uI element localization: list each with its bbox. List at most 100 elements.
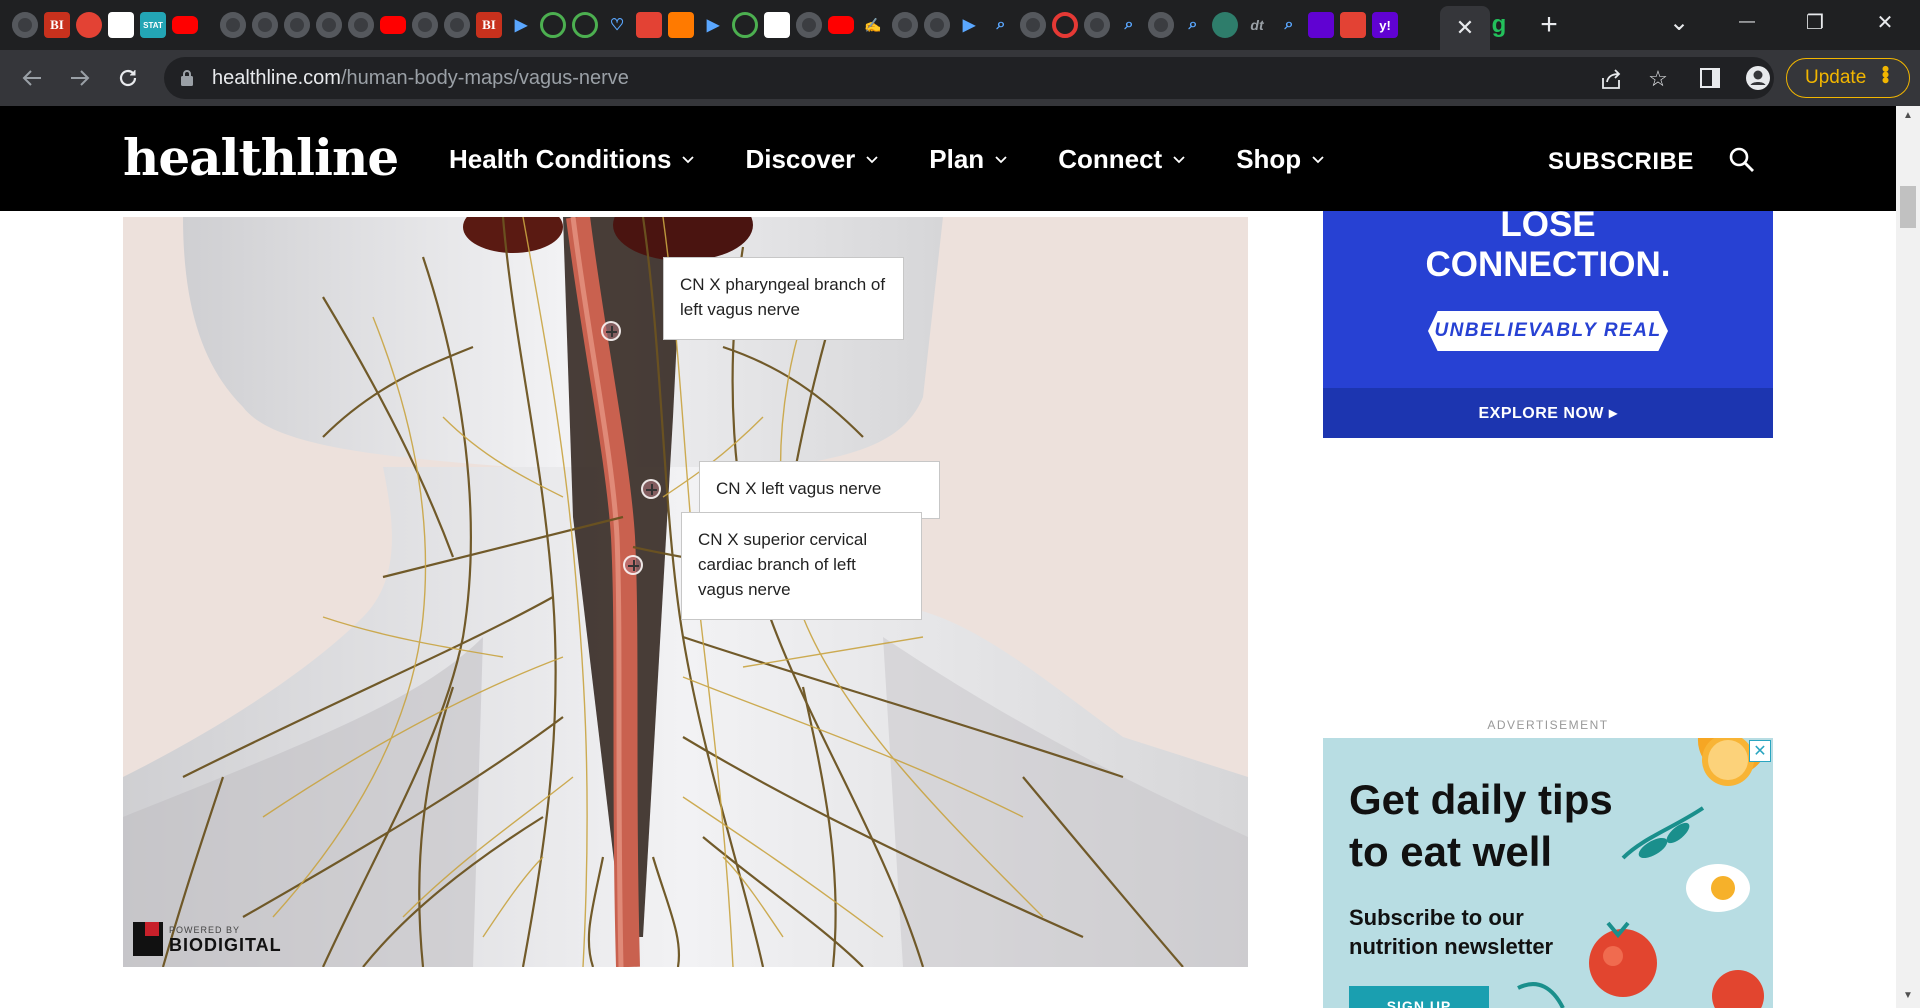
tab-favicon-stat-icon[interactable]: STAT	[140, 12, 166, 38]
tab-search-dropdown-icon[interactable]: ⌄	[1654, 4, 1704, 40]
tab-favicon-search-icon[interactable]: ⌕	[1180, 12, 1206, 38]
tab-favicon-bi-icon[interactable]: BI	[44, 12, 70, 38]
nav-item-discover[interactable]: Discover	[745, 144, 879, 175]
tab-favicon-globe-icon[interactable]	[220, 12, 246, 38]
tab-favicon-globe-icon[interactable]	[924, 12, 950, 38]
tab-favicon-tree-icon[interactable]	[1212, 12, 1238, 38]
pin-pharyngeal-branch[interactable]	[601, 321, 621, 341]
ad2-subtext-line-1: Subscribe to our	[1349, 905, 1524, 930]
new-tab-button[interactable]: +	[1532, 8, 1566, 42]
scroll-thumb[interactable]	[1900, 186, 1916, 228]
tab-favicon-globe-icon[interactable]	[284, 12, 310, 38]
tomato-icon	[1712, 970, 1764, 1008]
pin-superior-cervical-cardiac-branch[interactable]	[623, 555, 643, 575]
tab-favicon-globe-icon[interactable]	[444, 12, 470, 38]
tab-favicon-text-icon[interactable]: dt	[1244, 12, 1270, 38]
tab-favicon-globe-icon[interactable]	[1020, 12, 1046, 38]
tab-favicon-forward-icon[interactable]: ▶	[956, 12, 982, 38]
address-bar[interactable]: healthline.com/human-body-maps/vagus-ner…	[164, 57, 1774, 99]
tab-favicon-globe-icon[interactable]	[892, 12, 918, 38]
scroll-up-icon[interactable]: ▲	[1902, 110, 1914, 122]
tab-favicon-search-icon[interactable]: ⌕	[988, 12, 1014, 38]
pin-left-vagus-nerve[interactable]	[641, 479, 661, 499]
tab-favicon-search-icon[interactable]: ⌕	[1276, 12, 1302, 38]
ad-banner-connection[interactable]: LOSE CONNECTION. UNBELIEVABLY REAL EXPLO…	[1323, 211, 1773, 438]
active-tab[interactable]: ✕	[1440, 6, 1490, 50]
ad2-subtext-line-2: nutrition newsletter	[1349, 934, 1554, 959]
reload-button[interactable]	[110, 62, 146, 94]
url-text[interactable]: healthline.com/human-body-maps/vagus-ner…	[212, 67, 629, 90]
tab-favicon-grammarly-icon[interactable]: g	[1486, 11, 1512, 38]
chevron-down-icon	[1312, 155, 1324, 163]
body-map-viewer[interactable]: CN X pharyngeal branch of left vagus ner…	[123, 217, 1248, 967]
tab-favicon-globe-icon[interactable]	[316, 12, 342, 38]
ad1-explore-button[interactable]: EXPLORE NOW ▸	[1323, 388, 1773, 438]
page-scrollbar[interactable]: ▲ ▼	[1896, 106, 1920, 1008]
tab-favicon-forward-icon[interactable]: ▶	[700, 12, 726, 38]
tab-favicon-globe-icon[interactable]	[412, 12, 438, 38]
tab-favicon-globe-icon[interactable]	[1084, 12, 1110, 38]
nav-item-connect[interactable]: Connect	[1058, 144, 1186, 175]
side-panel-icon[interactable]	[1694, 62, 1726, 94]
subscribe-link[interactable]: SUBSCRIBE	[1548, 148, 1694, 176]
restore-button[interactable]: ❐	[1790, 4, 1840, 40]
kebab-menu-icon[interactable]: •••	[1873, 65, 1898, 82]
callout-left-vagus-nerve[interactable]: CN X left vagus nerve	[699, 461, 940, 519]
ad-banner-nutrition[interactable]: Get daily tips to eat well Subscribe to …	[1323, 738, 1773, 1008]
tab-favicon-globe-icon[interactable]	[252, 12, 278, 38]
profile-avatar-icon[interactable]	[1742, 62, 1774, 94]
ad2-signup-button[interactable]: SIGN UP	[1349, 986, 1489, 1008]
tab-favicon-heart-icon[interactable]: ♡	[604, 12, 630, 38]
advertisement-label: ADVERTISEMENT	[1487, 718, 1609, 732]
minimize-button[interactable]: —	[1722, 4, 1772, 40]
tab-favicon-search-icon[interactable]: ⌕	[1116, 12, 1142, 38]
back-button[interactable]	[14, 62, 50, 94]
forward-button[interactable]	[62, 62, 98, 94]
tab-favicon-forward-icon[interactable]: ▶	[508, 12, 534, 38]
tab-favicon-play-icon[interactable]	[732, 12, 758, 38]
tab-favicon-globe-icon[interactable]	[12, 12, 38, 38]
share-icon[interactable]	[1598, 65, 1626, 93]
tab-favicon-youtube-icon[interactable]	[380, 16, 406, 34]
tab-favicon-mail-icon[interactable]	[1308, 12, 1334, 38]
ad1-tagline: UNBELIEVABLY REAL	[1428, 311, 1668, 351]
tab-favicon-youtube-icon[interactable]	[172, 16, 198, 34]
tab-favicon-sign-icon[interactable]: ✍	[860, 12, 886, 38]
update-button[interactable]: Update •••	[1786, 58, 1910, 98]
ad2-headline-line-1: Get daily tips	[1349, 776, 1613, 823]
tab-spacer	[204, 12, 214, 38]
nav-item-plan[interactable]: Plan	[929, 144, 1008, 175]
callout-superior-cervical-cardiac-branch[interactable]: CN X superior cervical cardiac branch of…	[681, 512, 922, 620]
tab-favicon-mic-icon[interactable]	[636, 12, 662, 38]
search-icon[interactable]	[1728, 146, 1756, 174]
tab-favicon-play-icon[interactable]	[572, 12, 598, 38]
biodigital-logo[interactable]: POWERED BY BIODIGITAL	[133, 922, 282, 956]
nav-item-shop[interactable]: Shop	[1236, 144, 1325, 175]
tab-favicon-book-icon[interactable]	[668, 12, 694, 38]
tab-favicon-refresh-icon[interactable]	[1052, 12, 1078, 38]
tab-favicon-map-icon[interactable]	[764, 12, 790, 38]
chevron-down-icon	[1173, 155, 1185, 163]
scroll-down-icon[interactable]: ▼	[1902, 990, 1914, 1002]
nav-item-health-conditions[interactable]: Health Conditions	[449, 144, 695, 175]
callout-pharyngeal-branch[interactable]: CN X pharyngeal branch of left vagus ner…	[663, 257, 904, 340]
chevron-down-icon	[682, 155, 695, 163]
tab-favicon-play-icon[interactable]	[540, 12, 566, 38]
tab-favicon-pinwheel-icon[interactable]	[76, 12, 102, 38]
tab-favicon-globe-icon[interactable]	[1148, 12, 1174, 38]
tab-favicon-spiral-icon[interactable]	[1340, 12, 1366, 38]
healthline-logo[interactable]: healthline	[123, 128, 399, 187]
tab-favicon-bi-icon[interactable]: BI	[476, 12, 502, 38]
url-path: /human-body-maps/vagus-nerve	[340, 67, 629, 89]
ad2-headline: Get daily tips to eat well	[1349, 774, 1613, 878]
tab-favicon-globe-icon[interactable]	[796, 12, 822, 38]
bookmark-star-icon[interactable]: ☆	[1644, 65, 1672, 93]
tab-favicon-yahoo-icon[interactable]: y!	[1372, 12, 1398, 38]
tab-close-icon[interactable]: ✕	[1456, 15, 1474, 41]
tab-favicon-youtube-icon[interactable]	[828, 16, 854, 34]
tab-favicon-blank-icon[interactable]	[108, 12, 134, 38]
lock-icon[interactable]	[180, 69, 194, 87]
tab-favicon-globe-icon[interactable]	[348, 12, 374, 38]
close-window-button[interactable]: ✕	[1860, 4, 1910, 40]
ad-close-icon[interactable]: ✕	[1749, 740, 1771, 762]
